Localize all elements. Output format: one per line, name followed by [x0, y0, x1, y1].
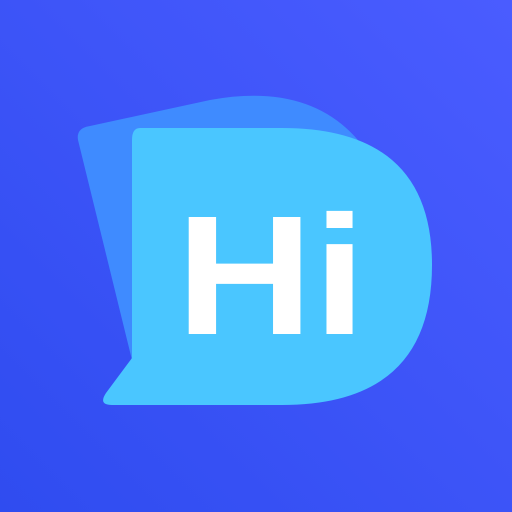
app-icon[interactable]: Hi: [0, 0, 512, 512]
app-icon-graphic: Hi: [0, 0, 512, 512]
hi-text: Hi: [176, 181, 366, 371]
hi-label: Hi: [176, 181, 366, 371]
